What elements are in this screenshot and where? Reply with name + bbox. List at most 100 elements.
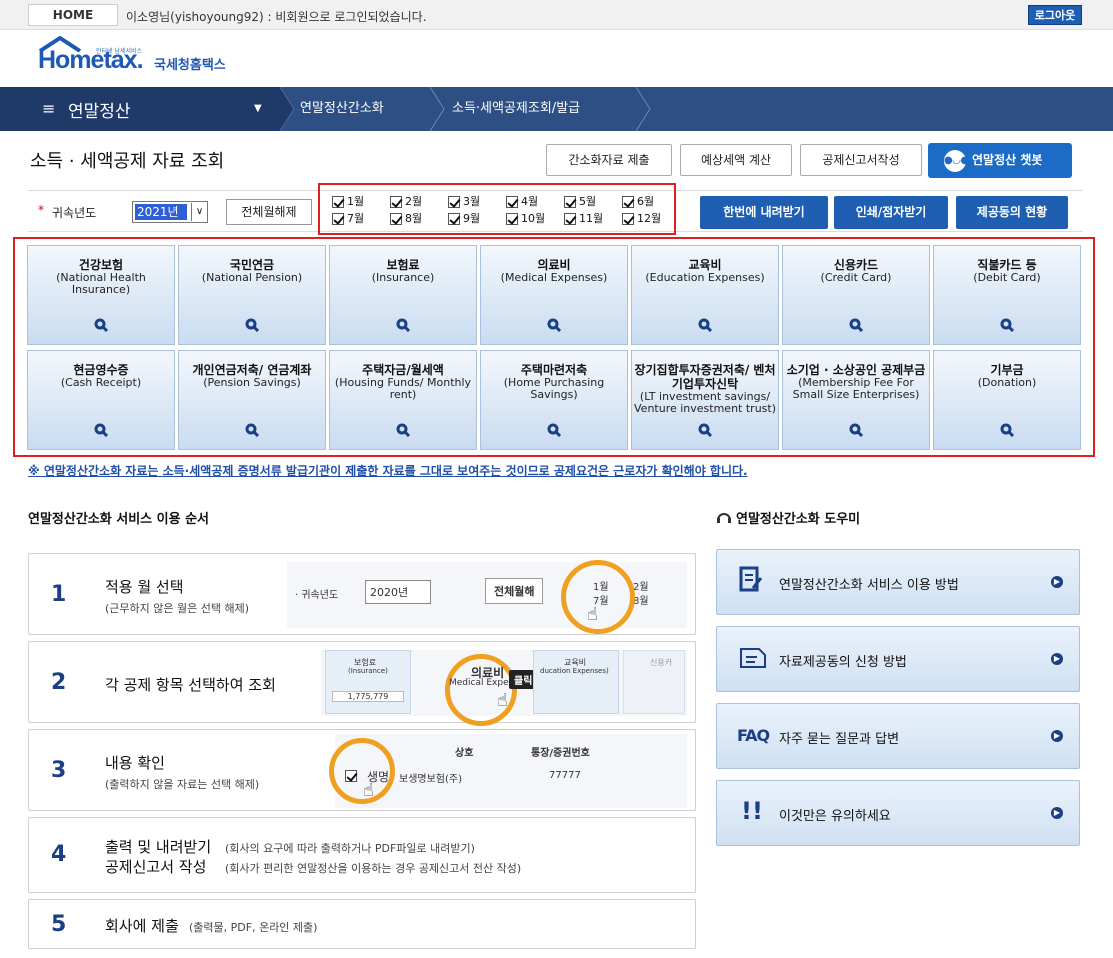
magnifier-icon[interactable] [396,423,411,438]
month-checkbox-3[interactable]: 3월 [448,195,480,209]
download-all-button[interactable]: 한번에 내려받기 [700,196,828,229]
help-section-title: 연말정산간소화 도우미 [736,512,861,527]
demo-tile-label: 신용카 [650,658,673,667]
highlight-ring [329,738,395,804]
help-item-faq[interactable]: FAQ 자주 묻는 질문과 답변 ▶ [716,703,1080,769]
step-number: 5 [51,912,67,937]
print-braille-button[interactable]: 인쇄/점자받기 [834,196,948,229]
deduction-items-grid: 건강보험 (National Health Insurance) 국민연금 (Nati… [13,237,1095,457]
month-checkbox-6[interactable]: 6월 [622,195,654,209]
hometax-logo[interactable]: 인터넷 납세서비스 Hometax. 국세청홈택스 [36,36,256,80]
step-title: 회사에 제출 [105,917,179,935]
deduction-item-en-label: (Cash Receipt) [60,376,142,389]
magnifier-icon[interactable] [547,318,562,333]
checkbox-checked-icon [506,213,518,225]
deduction-item-tile[interactable]: 교육비 (Education Expenses) [631,245,779,345]
month-checkbox-7[interactable]: 7월 [332,212,364,226]
breadcrumb-item-simple[interactable]: 연말정산간소화 [300,87,384,131]
year-value: 2021년 [135,204,187,220]
magnifier-icon[interactable] [698,318,713,333]
deduction-item-en-label: (National Health Insurance) [56,271,146,296]
deduction-item-label: 직불카드 등 [977,258,1037,272]
magnifier-icon[interactable] [1000,318,1015,333]
nav-main-menu[interactable]: ≡ 연말정산 ▼ [0,87,280,131]
month-checkbox-9[interactable]: 9월 [448,212,480,226]
month-checkbox-1[interactable]: 1월 [332,195,364,209]
help-item-label: 이것만은 유의하세요 [779,809,891,824]
magnifier-icon[interactable] [94,318,109,333]
deduction-item-tile[interactable]: 직불카드 등 (Debit Card) [933,245,1081,345]
provider-status-button[interactable]: 제공동의 현황 [956,196,1068,229]
caret-down-icon: ▼ [254,103,262,114]
checkbox-checked-icon [390,196,402,208]
magnifier-icon[interactable] [849,423,864,438]
month-checkbox-4[interactable]: 4월 [506,195,538,209]
deduction-item-tile[interactable]: 신용카드 (Credit Card) [782,245,930,345]
checkbox-checked-icon [332,196,344,208]
chevron-right-icon: ▶ [1051,653,1063,665]
deduction-item-tile[interactable]: 소기업 · 소상공인 공제부금 (Membership Fee For Small… [782,350,930,450]
month-checkbox-5[interactable]: 5월 [564,195,596,209]
month-checkbox-8[interactable]: 8월 [390,212,422,226]
step-subtitle: (출력하지 않을 자료는 선택 해제) [105,778,260,791]
deduction-item-tile[interactable]: 주택자금/월세액 (Housing Funds/ Monthly rent) [329,350,477,450]
hand-cursor-icon: ☝ [497,690,508,711]
month-checkbox-10[interactable]: 10월 [506,212,545,226]
deduction-item-tile[interactable]: 보험료 (Insurance) [329,245,477,345]
demo-column-header: 통장/증권번호 [531,748,590,759]
unselect-all-months-button[interactable]: 전체월해제 [226,199,312,225]
checkbox-checked-icon [448,213,460,225]
deduction-item-label: 주택자금/월세액 [362,363,444,377]
magnifier-icon[interactable] [1000,423,1015,438]
help-item-usage[interactable]: 연말정산간소화 서비스 이용 방법 ▶ [716,549,1080,615]
demo-month: 2월 [633,582,649,593]
month-label: 8월 [405,212,423,225]
deduction-item-en-label: (National Pension) [201,271,303,284]
bot-icon: ●◡● [944,150,969,172]
demo-row-number: 77777 [549,770,581,781]
month-checkbox-2[interactable]: 2월 [390,195,422,209]
step-2: 2 각 공제 항목 선택하여 조회 보험료 (Insurance) 1,775,… [28,641,696,726]
notice-text[interactable]: ※ 연말정산간소화 자료는 소득·세액공제 증명서류 발급기관이 제출한 자료를… [28,462,748,479]
deduction-item-label: 현금영수증 [73,363,129,377]
submit-simple-button[interactable]: 간소화자료 제출 [546,144,672,176]
deduction-item-tile[interactable]: 장기집합투자증권저축/ 벤처기업투자신탁 (LT investment savin… [631,350,779,450]
deduction-item-tile[interactable]: 의료비 (Medical Expenses) [480,245,628,345]
chatbot-button[interactable]: ●◡● 연말정산 챗봇 [928,143,1072,178]
demo-tile-value: 1,775,779 [332,691,404,702]
magnifier-icon[interactable] [547,423,562,438]
deduction-item-tile[interactable]: 현금영수증 (Cash Receipt) [27,350,175,450]
help-item-consent[interactable]: 자료제공동의 신청 방법 ▶ [716,626,1080,692]
deduction-item-tile[interactable]: 기부금 (Donation) [933,350,1081,450]
step-number: 4 [51,842,67,867]
magnifier-icon[interactable] [849,318,864,333]
magnifier-icon[interactable] [245,423,260,438]
logout-button[interactable]: 로그아웃 [1028,5,1082,25]
month-checkbox-11[interactable]: 11월 [564,212,603,226]
home-button[interactable]: HOME [28,4,118,26]
deduction-item-tile[interactable]: 주택마련저축 (Home Purchasing Savings) [480,350,628,450]
demo-tile: 신용카 [623,650,685,714]
magnifier-icon[interactable] [245,318,260,333]
write-report-button[interactable]: 공제신고서작성 [800,144,922,176]
deduction-item-tile[interactable]: 개인연금저축/ 연금계좌 (Pension Savings) [178,350,326,450]
checkbox-checked-icon [448,196,460,208]
document-icon [740,648,766,668]
month-selector: 1월 2월 3월 4월 5월 6월 7월 8월 9월 10월 11월 12월 [318,183,676,235]
year-select[interactable]: 2021년 ∨ [132,201,208,223]
magnifier-icon[interactable] [698,423,713,438]
deduction-item-tile[interactable]: 국민연금 (National Pension) [178,245,326,345]
help-item-caution[interactable]: !! 이것만은 유의하세요 ▶ [716,780,1080,846]
month-label: 4월 [521,195,539,208]
step-1-illustration: · 귀속년도 2020년 전체월해 1월 2월 7월 8월 ☝ [287,560,687,634]
breadcrumb-item-deduction[interactable]: 소득·세액공제조회/발급 [452,87,580,131]
magnifier-icon[interactable] [94,423,109,438]
menu-icon: ≡ [42,99,56,118]
estimate-tax-button[interactable]: 예상세액 계산 [680,144,792,176]
magnifier-icon[interactable] [396,318,411,333]
month-checkbox-12[interactable]: 12월 [622,212,661,226]
deduction-item-tile[interactable]: 건강보험 (National Health Insurance) [27,245,175,345]
deduction-item-en-label: (Donation) [977,376,1037,389]
chevron-right-icon: ▶ [1051,730,1063,742]
step-subtitle: (근무하지 않은 월은 선택 해제) [105,602,250,615]
